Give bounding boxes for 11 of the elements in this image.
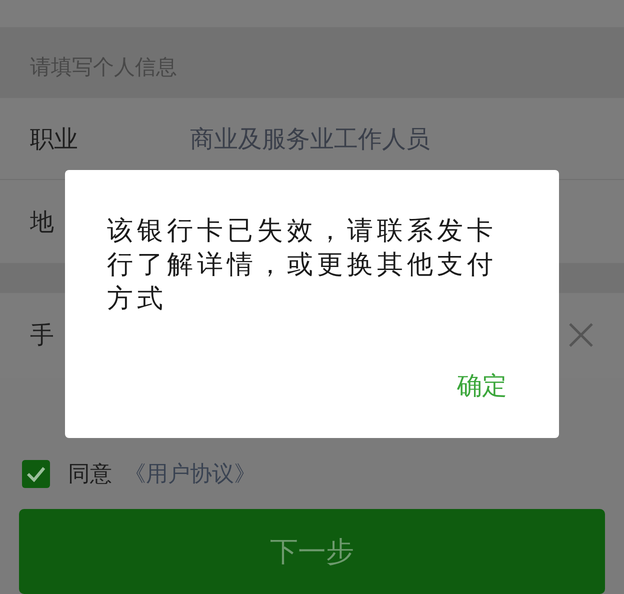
agree-label: 同意 [68,461,112,490]
field-label: 职业 [30,124,78,155]
field-label: 地 [30,206,54,238]
next-button[interactable]: 下一步 [19,509,605,594]
agree-checkbox[interactable] [22,460,50,488]
dialog-message: 该银行卡已失效，请联系发卡行了解详情，或更换其他支付方式 [107,215,498,316]
confirm-button[interactable]: 确定 [457,369,507,402]
agreement-link[interactable]: 《用户协议》 [124,459,256,490]
check-icon [26,466,46,482]
field-label: 手 [30,320,54,352]
field-value[interactable]: 商业及服务业工作人员 [190,122,430,155]
